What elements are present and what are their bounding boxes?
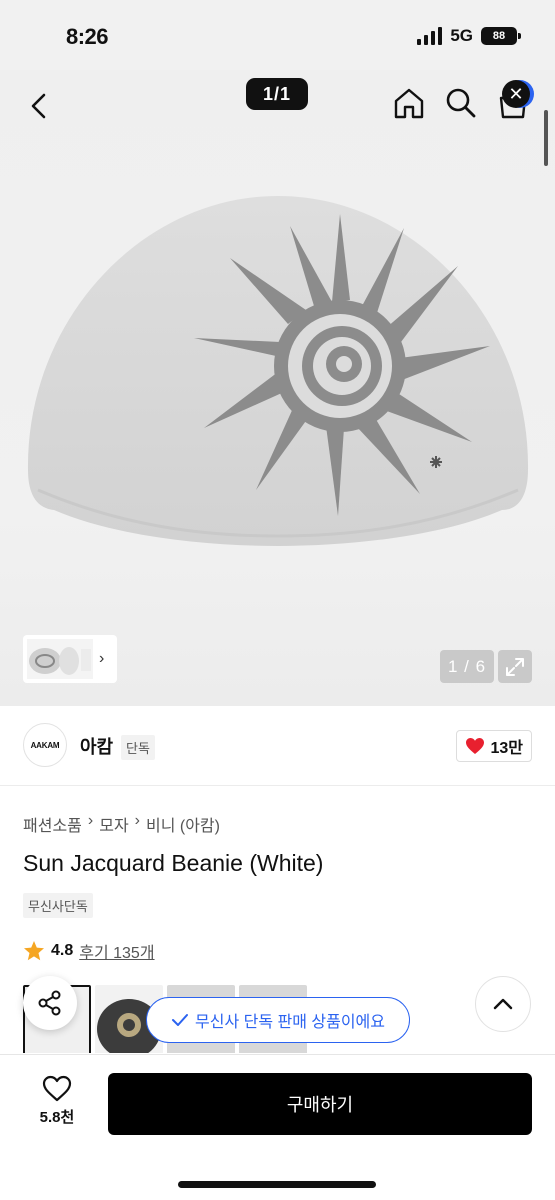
status-time: 8:26 xyxy=(66,24,109,49)
thumbnail-strip[interactable]: › xyxy=(23,635,117,683)
status-bar: 8:26 5G 88 xyxy=(0,0,555,70)
expand-button[interactable] xyxy=(498,650,532,683)
wishlist-count: 5.8천 xyxy=(39,1109,75,1126)
star-icon xyxy=(24,941,44,961)
brand-exclusive-badge: 단독 xyxy=(121,735,155,760)
brand-row: AAKAM 아캄 단독 13만 xyxy=(0,706,555,786)
battery-icon: 88 xyxy=(481,27,521,45)
share-button[interactable] xyxy=(23,976,77,1030)
photo-counter: 1 / 6 xyxy=(440,650,494,683)
scrollbar[interactable] xyxy=(544,110,548,166)
image-counter-pill: 1/1 xyxy=(246,78,308,110)
buy-button[interactable]: 구매하기 xyxy=(108,1073,532,1135)
rating-value: 4.8 xyxy=(51,942,74,959)
brand-name[interactable]: 아캄 xyxy=(80,733,113,759)
signal-icon xyxy=(417,27,443,45)
home-indicator xyxy=(178,1181,376,1188)
share-icon xyxy=(38,990,61,1016)
expand-icon xyxy=(506,657,524,676)
toast-text: 무신사 단독 판매 상품이에요 xyxy=(195,1014,385,1031)
rating-row: 4.8 후기 135개 xyxy=(23,939,155,963)
exclusive-toast: 무신사 단독 판매 상품이에요 xyxy=(146,997,410,1043)
breadcrumb-item[interactable]: 패션소품 xyxy=(23,812,82,836)
breadcrumb-separator: › xyxy=(87,812,94,829)
breadcrumb-separator: › xyxy=(134,812,140,829)
breadcrumb-item[interactable]: 비니 (아캄) xyxy=(146,812,220,836)
back-chevron-icon[interactable] xyxy=(22,88,58,124)
chevron-right-icon: › xyxy=(99,650,105,667)
breadcrumb: 패션소품 › 모자 › 비니 (아캄) xyxy=(23,812,220,836)
exclusive-badge: 무신사단독 xyxy=(23,893,93,918)
like-count: 13만 xyxy=(490,740,523,757)
product-image-area[interactable]: 1/1 ✕ › 1 / 6 xyxy=(0,70,555,706)
status-icons: 5G 88 xyxy=(417,26,521,45)
product-image xyxy=(27,196,529,546)
product-title: Sun Jacquard Beanie (White) xyxy=(23,850,324,876)
home-icon[interactable] xyxy=(392,86,426,120)
network-label: 5G xyxy=(450,26,473,45)
bottom-action-bar: 5.8천 구매하기 xyxy=(0,1054,555,1200)
close-icon[interactable]: ✕ xyxy=(502,80,530,108)
heart-outline-icon xyxy=(42,1075,72,1102)
breadcrumb-item[interactable]: 모자 xyxy=(99,812,128,836)
brand-logo[interactable]: AAKAM xyxy=(23,723,67,767)
wishlist-button[interactable]: 5.8천 xyxy=(30,1075,84,1127)
review-link[interactable]: 후기 135개 xyxy=(79,939,154,963)
brand-like-button[interactable]: 13만 xyxy=(456,730,532,762)
search-icon[interactable] xyxy=(444,86,478,120)
thumbnail-image xyxy=(27,639,93,679)
heart-filled-icon xyxy=(466,738,485,754)
check-icon xyxy=(172,1014,188,1026)
chevron-up-icon xyxy=(493,998,513,1010)
scroll-top-button[interactable] xyxy=(475,976,531,1032)
